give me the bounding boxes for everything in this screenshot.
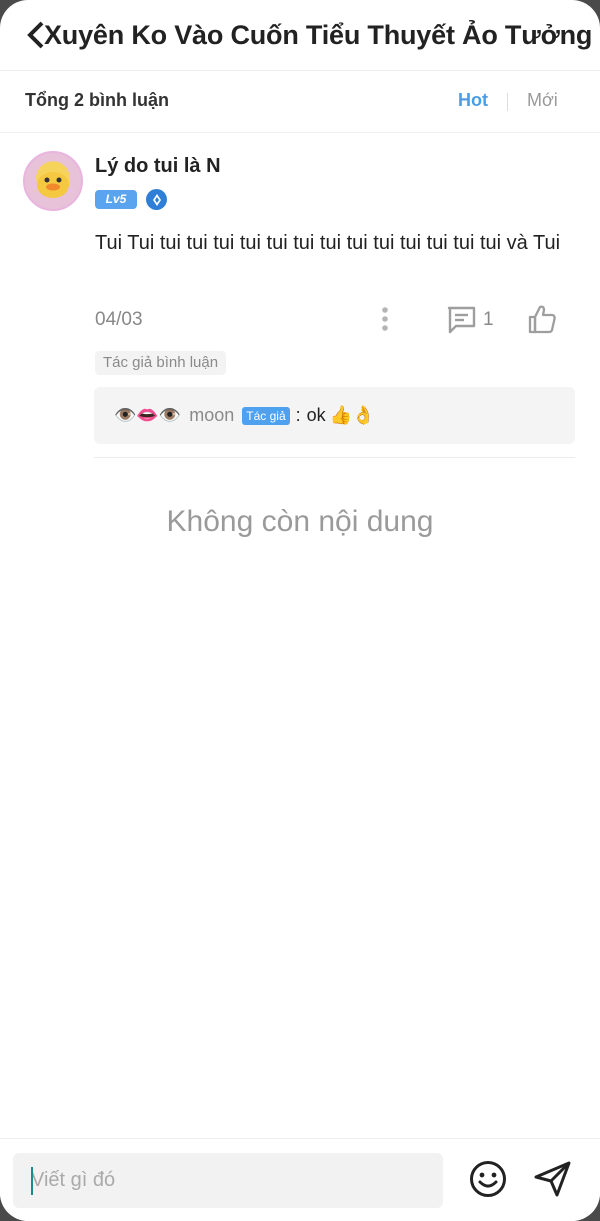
like-button[interactable] bbox=[527, 303, 557, 335]
smiley-icon bbox=[470, 1161, 506, 1197]
header: Xuyên Ko Vào Cuốn Tiểu Thuyết Ảo Tưởng bbox=[0, 0, 600, 71]
send-icon bbox=[534, 1161, 571, 1197]
more-vertical-icon bbox=[382, 307, 388, 331]
comment-date: 04/03 bbox=[95, 309, 143, 330]
emoji-button[interactable] bbox=[468, 1159, 508, 1199]
send-button[interactable] bbox=[532, 1159, 574, 1199]
comments-summary-bar: Tổng 2 bình luận Hot Mới bbox=[0, 70, 600, 133]
comment-icon bbox=[447, 306, 476, 334]
duck-avatar-icon bbox=[37, 172, 69, 198]
comment-total: Tổng 2 bình luận bbox=[25, 90, 169, 110]
sort-divider bbox=[507, 93, 508, 111]
author-commented-tag: Tác giả bình luận bbox=[95, 351, 227, 375]
reply-button[interactable] bbox=[446, 305, 478, 335]
end-of-list-message: Không còn nội dung bbox=[166, 505, 434, 538]
comment-username[interactable]: Lý do tui là N bbox=[95, 155, 221, 178]
reply-count: 1 bbox=[483, 309, 494, 330]
comment-body: Tui Tui tui tui tui tui tui tui tui tui … bbox=[95, 232, 561, 254]
thumbs-up-icon bbox=[528, 305, 556, 334]
page-title: Xuyên Ko Vào Cuốn Tiểu Thuyết Ảo Tưởng bbox=[44, 20, 593, 50]
comment-divider bbox=[94, 457, 575, 458]
vip-badge-icon bbox=[146, 189, 167, 210]
sort-new-tab[interactable]: Mới bbox=[527, 90, 558, 111]
comment-composer bbox=[0, 1138, 600, 1221]
comments-sheet: Xuyên Ko Vào Cuốn Tiểu Thuyết Ảo Tưởng T… bbox=[0, 0, 600, 1221]
text-cursor bbox=[31, 1167, 33, 1195]
avatar[interactable] bbox=[23, 151, 83, 211]
comment-input[interactable] bbox=[13, 1153, 443, 1208]
reply-author-name[interactable]: moon bbox=[189, 405, 234, 426]
sort-hot-tab[interactable]: Hot bbox=[458, 90, 488, 111]
author-badge: Tác giả bbox=[242, 406, 290, 425]
reply-line: 👁️👄👁️ moon Tác giả : ok 👍👌 bbox=[114, 405, 375, 426]
reply-separator: : bbox=[295, 405, 301, 425]
level-badge: Lv5 bbox=[95, 190, 137, 209]
reply-text: ok bbox=[306, 405, 326, 425]
reply-emoji-prefix: 👁️👄👁️ bbox=[114, 405, 182, 425]
more-options-button[interactable] bbox=[375, 305, 395, 335]
reply-preview[interactable]: 👁️👄👁️ moon Tác giả : ok 👍👌 bbox=[94, 387, 575, 444]
reply-emoji-suffix: 👍👌 bbox=[329, 405, 375, 425]
